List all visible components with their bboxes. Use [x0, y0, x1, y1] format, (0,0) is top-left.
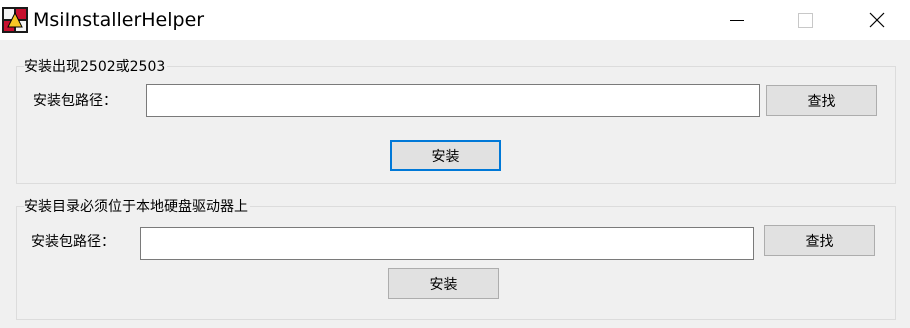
window-title: MsiInstallerHelper — [33, 9, 205, 31]
close-button[interactable] — [854, 0, 900, 40]
group-legend-local-drive: 安装目录必须位于本地硬盘驱动器上 — [24, 198, 250, 216]
maximize-button[interactable] — [782, 0, 828, 40]
group-box-local-drive — [16, 206, 896, 320]
browse-button-1[interactable]: 查找 — [766, 85, 877, 116]
minimize-button[interactable] — [713, 0, 759, 40]
group-legend-2502-2503: 安装出现2502或2503 — [24, 58, 168, 76]
package-path-input-1[interactable] — [146, 84, 760, 117]
package-path-label-2: 安装包路径： — [31, 234, 115, 250]
package-path-input-2[interactable] — [140, 227, 754, 260]
install-button-2[interactable]: 安装 — [388, 268, 499, 299]
app-window: MsiInstallerHelper 安装出现2502或2503 安装包路径： … — [0, 0, 910, 328]
msi-installer-app-icon — [2, 7, 28, 33]
install-button-1[interactable]: 安装 — [390, 140, 501, 171]
browse-button-2[interactable]: 查找 — [764, 225, 875, 256]
maximize-icon — [798, 13, 813, 28]
title-bar[interactable]: MsiInstallerHelper — [0, 0, 910, 40]
package-path-label-1: 安装包路径： — [33, 93, 117, 109]
minimize-icon — [730, 20, 744, 21]
close-icon — [869, 12, 885, 28]
